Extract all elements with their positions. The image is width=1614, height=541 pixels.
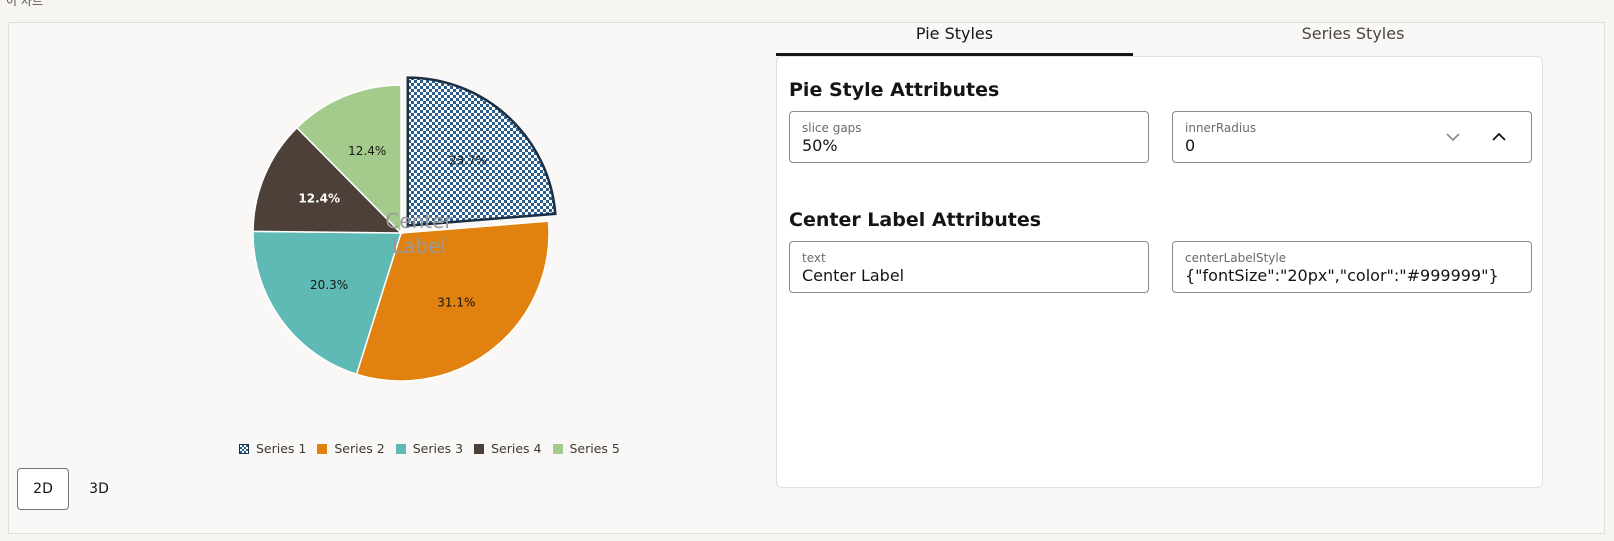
legend-label-5: Series 5	[569, 441, 620, 456]
slice-gaps-value: 50%	[802, 136, 838, 155]
pie-slice-label-3: 20.3%	[310, 278, 348, 292]
legend-item-series-5[interactable]: Series 5	[552, 441, 620, 456]
center-label-text-field[interactable]: text Center Label	[789, 241, 1149, 293]
pie-slice-label-2: 31.1%	[437, 295, 475, 309]
center-label-style-field[interactable]: centerLabelStyle {"fontSize":"20px","col…	[1172, 241, 1532, 293]
toggle-3d-button[interactable]: 3D	[73, 468, 125, 510]
slice-gaps-label: slice gaps	[802, 121, 862, 135]
dimension-toggle: 2D 3D	[17, 468, 125, 510]
legend-label-4: Series 4	[491, 441, 542, 456]
inner-radius-field[interactable]: innerRadius 0	[1172, 111, 1532, 163]
inner-radius-value: 0	[1185, 136, 1196, 155]
page-heading: 이 차트	[6, 0, 43, 8]
legend-swatch-4	[474, 443, 485, 454]
pie-slice-label-1: 23.7%	[449, 153, 487, 167]
legend-item-series-4[interactable]: Series 4	[474, 441, 542, 456]
center-label-text-label: text	[802, 251, 826, 265]
center-label-title: Center Label Attributes	[789, 209, 1042, 231]
style-tabs: Pie Styles Series Styles	[776, 10, 1544, 56]
legend-swatch-5	[552, 443, 563, 454]
tab-series-styles[interactable]: Series Styles	[1133, 10, 1573, 56]
toggle-2d-button[interactable]: 2D	[17, 468, 69, 510]
legend-label-2: Series 2	[334, 441, 385, 456]
legend-swatch-3	[395, 443, 406, 454]
legend-item-series-3[interactable]: Series 3	[395, 441, 464, 456]
chart-area: 23.7% 31.1% 20.3% 12.4% 12.4% Center Label S…	[9, 23, 809, 535]
legend-label-1: Series 1	[256, 441, 307, 456]
increment-chevron-up-icon[interactable]	[1491, 129, 1507, 145]
pie-slice-label-5: 12.4%	[348, 144, 386, 158]
pie-slice-1[interactable]	[406, 76, 557, 228]
tab-pie-styles[interactable]: Pie Styles	[776, 10, 1133, 56]
center-label-style-value: {"fontSize":"20px","color":"#999999"}	[1185, 266, 1499, 285]
legend-swatch-1	[239, 443, 249, 454]
pie-styles-panel: Pie Style Attributes slice gaps 50% inne…	[776, 56, 1543, 488]
legend-item-series-1[interactable]: Series 1	[239, 441, 306, 456]
chart-legend: Series 1 Series 2 Series 3 Series 4 Series 5	[239, 441, 631, 456]
decrement-chevron-down-icon[interactable]	[1445, 129, 1461, 145]
pie-style-title: Pie Style Attributes	[789, 79, 1000, 101]
tab-series-styles-label: Series Styles	[1301, 23, 1405, 43]
inner-radius-label: innerRadius	[1185, 121, 1257, 135]
tab-pie-styles-label: Pie Styles	[915, 23, 994, 43]
legend-label-3: Series 3	[412, 441, 464, 456]
legend-swatch-2	[317, 443, 328, 454]
pie-center-label: Center Label	[385, 209, 453, 258]
legend-item-series-2[interactable]: Series 2	[317, 441, 385, 456]
pie-slice-label-4: 12.4%	[298, 191, 340, 205]
center-label-style-label: centerLabelStyle	[1185, 251, 1287, 265]
center-label-text-value: Center Label	[802, 266, 905, 285]
slice-gaps-field[interactable]: slice gaps 50%	[789, 111, 1149, 163]
